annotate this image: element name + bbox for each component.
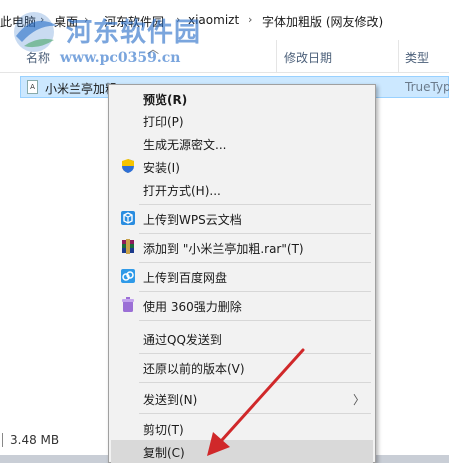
menu-separator	[139, 413, 371, 414]
menu-item-label: 上传到百度网盘	[143, 271, 228, 285]
menu-item-install[interactable]: 安装(I)	[111, 155, 373, 178]
status-size: 3.48 MB	[10, 433, 60, 447]
watermark-title: 河东软件园	[66, 18, 202, 48]
menu-item-label: 添加到 "小米兰亭加粗.rar"(T)	[143, 242, 304, 256]
menu-item-upload-baidu[interactable]: 上传到百度网盘	[111, 265, 373, 288]
menu-separator	[139, 382, 371, 383]
menu-item-restore-versions[interactable]: 还原以前的版本(V)	[111, 356, 373, 379]
menu-item-label: 通过QQ发送到	[143, 333, 222, 347]
column-date[interactable]: 修改日期	[284, 49, 332, 66]
watermark-logo-icon	[14, 12, 58, 52]
360-delete-icon	[122, 297, 134, 312]
column-type[interactable]: 类型	[405, 49, 429, 66]
menu-separator	[139, 291, 371, 292]
breadcrumb-separator: ›	[248, 13, 253, 26]
chevron-right-icon: 〉	[352, 393, 365, 407]
context-menu: 预览(R) 打印(P) 生成无源密文... 安装(I) 打开方式(H)... 上…	[108, 84, 376, 463]
menu-item-label: 预览(R)	[143, 93, 188, 107]
menu-item-label: 还原以前的版本(V)	[143, 362, 245, 376]
shield-icon	[122, 159, 134, 173]
menu-separator	[139, 262, 371, 263]
menu-item-open-with[interactable]: 打开方式(H)...	[111, 178, 373, 201]
menu-item-upload-wps[interactable]: 上传到WPS云文档	[111, 207, 373, 230]
font-file-icon: A	[27, 80, 38, 94]
menu-item-label: 使用 360强力删除	[143, 300, 242, 314]
menu-item-label: 安装(I)	[143, 161, 180, 175]
menu-item-preview[interactable]: 预览(R)	[111, 87, 373, 110]
menu-separator	[139, 204, 371, 205]
breadcrumb-current-folder[interactable]: 字体加粗版 (网友修改)	[262, 13, 383, 30]
menu-separator	[139, 233, 371, 234]
winrar-icon	[122, 239, 134, 254]
file-type: TrueTyp	[405, 80, 449, 94]
wps-cloud-icon	[121, 211, 135, 225]
menu-item-copy[interactable]: 复制(C)	[111, 440, 373, 463]
column-divider[interactable]	[398, 40, 399, 72]
menu-item-generate-cipher[interactable]: 生成无源密文...	[111, 132, 373, 155]
menu-item-label: 复制(C)	[143, 446, 185, 460]
file-name: 小米兰亭加粗	[45, 82, 118, 96]
menu-separator	[139, 353, 371, 354]
menu-item-cut[interactable]: 剪切(T)	[111, 417, 373, 440]
menu-item-label: 生成无源密文...	[143, 138, 227, 152]
menu-item-label: 打印(P)	[143, 115, 184, 129]
watermark-url: www.pc0359.cn	[60, 50, 181, 66]
column-divider[interactable]	[276, 40, 277, 72]
menu-item-label: 打开方式(H)...	[143, 184, 221, 198]
menu-item-label: 剪切(T)	[143, 423, 184, 437]
menu-item-360-delete[interactable]: 使用 360强力删除	[111, 294, 373, 317]
baidu-netdisk-icon	[121, 269, 135, 283]
menu-separator	[139, 320, 371, 321]
menu-item-send-qq[interactable]: 通过QQ发送到	[111, 327, 373, 350]
menu-item-label: 发送到(N)	[143, 393, 198, 407]
menu-item-print[interactable]: 打印(P)	[111, 109, 373, 132]
menu-item-send-to[interactable]: 发送到(N) 〉	[111, 387, 373, 410]
status-divider	[2, 433, 3, 447]
menu-item-label: 上传到WPS云文档	[143, 213, 242, 227]
menu-item-add-to-rar[interactable]: 添加到 "小米兰亭加粗.rar"(T)	[111, 236, 373, 259]
watermark: 河东软件园 www.pc0359.cn	[8, 6, 228, 70]
